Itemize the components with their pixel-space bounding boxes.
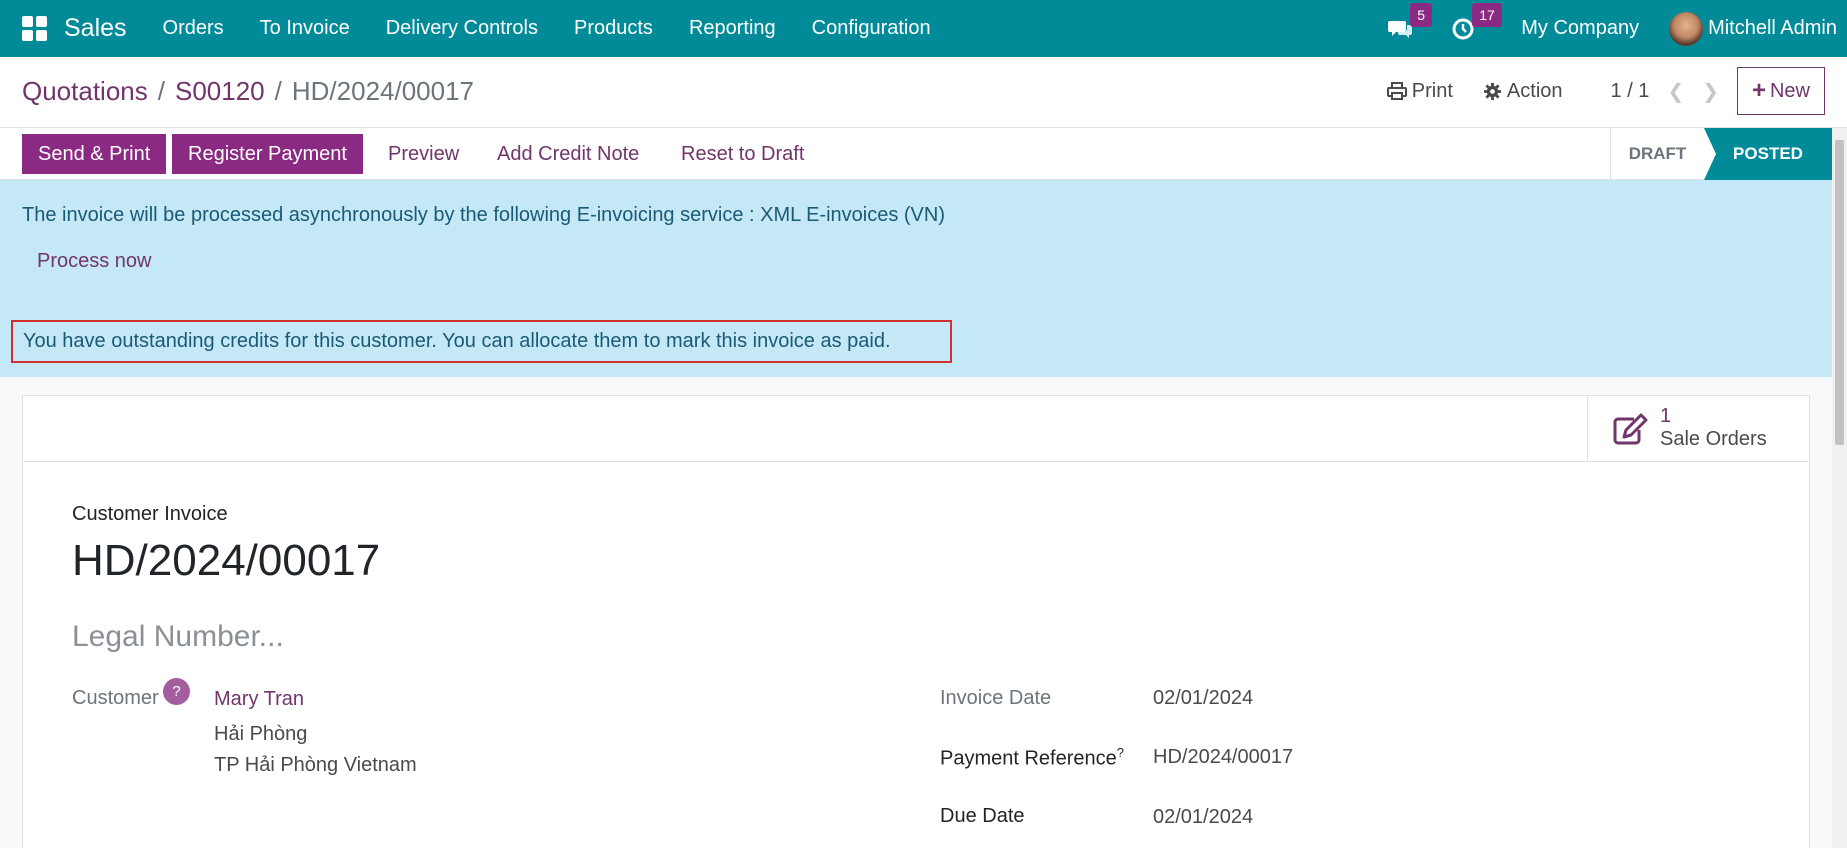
action-label: Action <box>1506 79 1563 102</box>
avatar <box>1669 11 1704 46</box>
status-bar: DRAFT POSTED <box>1610 128 1832 180</box>
breadcrumb-quotations[interactable]: Quotations <box>22 76 148 106</box>
plus-icon: + <box>1751 77 1766 104</box>
e-invoicing-message: The invoice will be processed asynchrono… <box>22 204 945 226</box>
preview-button[interactable]: Preview <box>388 134 459 174</box>
invoice-date-label: Invoice Date <box>940 687 1052 709</box>
scrollbar[interactable] <box>1832 128 1847 848</box>
process-now-button[interactable]: Process now <box>37 250 152 273</box>
customer-name[interactable]: Mary Tran <box>214 688 304 711</box>
breadcrumb-sale-order[interactable]: S00120 <box>175 76 265 106</box>
invoice-date-field[interactable]: 02/01/2024 <box>1153 687 1253 710</box>
sale-orders-label: Sale Orders <box>1660 428 1767 450</box>
send-print-button[interactable]: Send & Print <box>22 134 167 174</box>
action-button[interactable]: Action <box>1483 80 1563 103</box>
print-button[interactable]: Print <box>1386 79 1453 103</box>
control-panel: Quotations / S00120 / HD/2024/00017 Print Ac… <box>0 57 1847 128</box>
menu-configuration[interactable]: Configuration <box>812 17 931 40</box>
edit-icon <box>1613 413 1648 444</box>
breadcrumb-current: HD/2024/00017 <box>291 76 475 106</box>
menu-orders[interactable]: Orders <box>163 17 224 40</box>
status-draft[interactable]: DRAFT <box>1610 128 1704 180</box>
info-alert: The invoice will be processed asynchrono… <box>0 180 1832 377</box>
menu-products[interactable]: Products <box>574 17 653 40</box>
form-sheet: 1 Sale Orders Customer Invoice HD/2024/0… <box>22 395 1810 848</box>
payment-reference-help-icon[interactable]: ? <box>1117 745 1124 760</box>
top-navbar: Sales Orders To Invoice Delivery Control… <box>0 0 1847 57</box>
company-switcher[interactable]: My Company <box>1521 17 1639 40</box>
outstanding-credits-message: You have outstanding credits for this cu… <box>11 320 952 363</box>
next-record-icon[interactable]: ❯ <box>1702 79 1719 104</box>
sale-orders-smart-button[interactable]: 1 Sale Orders <box>1587 396 1809 461</box>
form-action-bar: Send & Print Register Payment Preview Ad… <box>0 128 1832 180</box>
breadcrumb: Quotations / S00120 / HD/2024/00017 <box>22 76 474 107</box>
printer-icon <box>1386 82 1407 100</box>
breadcrumb-separator: / <box>274 76 282 106</box>
scrollbar-thumb[interactable] <box>1835 140 1844 445</box>
sale-orders-count: 1 <box>1660 405 1672 427</box>
payment-reference-field[interactable]: HD/2024/00017 <box>1153 746 1293 769</box>
previous-record-icon[interactable]: ❮ <box>1667 79 1684 104</box>
reset-to-draft-button[interactable]: Reset to Draft <box>681 134 804 174</box>
payment-reference-label: Payment Reference? <box>940 745 1124 771</box>
breadcrumb-separator: / <box>157 76 165 106</box>
apps-grid-icon[interactable] <box>22 16 47 41</box>
smart-button-box: 1 Sale Orders <box>23 396 1809 462</box>
print-label: Print <box>1411 79 1453 102</box>
user-menu[interactable]: Mitchell Admin <box>1669 11 1837 46</box>
customer-address-line1: Hải Phòng <box>214 723 308 745</box>
app-name[interactable]: Sales <box>64 14 127 43</box>
status-posted[interactable]: POSTED <box>1704 128 1832 180</box>
add-credit-note-button[interactable]: Add Credit Note <box>497 134 639 174</box>
invoice-type: Customer Invoice <box>72 503 228 525</box>
register-payment-button[interactable]: Register Payment <box>172 134 363 174</box>
due-date-label: Due Date <box>940 805 1025 827</box>
activities-button[interactable]: 17 <box>1449 2 1502 43</box>
gear-icon <box>1483 82 1501 100</box>
activities-count-badge: 17 <box>1472 2 1502 27</box>
pager-value[interactable]: 1 / 1 <box>1611 80 1650 103</box>
customer-address-line2: TP Hải Phòng Vietnam <box>214 754 417 776</box>
messages-button[interactable]: 5 <box>1387 2 1433 43</box>
customer-label: Customer <box>72 687 159 709</box>
legal-number-input[interactable]: Legal Number... <box>72 620 284 654</box>
messages-count-badge: 5 <box>1410 2 1433 27</box>
new-button[interactable]: + New <box>1736 67 1825 115</box>
menu-reporting[interactable]: Reporting <box>689 17 776 40</box>
user-name: Mitchell Admin <box>1708 17 1837 39</box>
invoice-number: HD/2024/00017 <box>72 536 381 585</box>
menu-delivery-controls[interactable]: Delivery Controls <box>386 17 538 40</box>
customer-help-icon[interactable]: ? <box>163 678 190 705</box>
payment-reference-label-text: Payment Reference <box>940 747 1117 770</box>
menu-to-invoice[interactable]: To Invoice <box>260 17 350 40</box>
new-label: New <box>1769 79 1810 102</box>
due-date-field[interactable]: 02/01/2024 <box>1153 806 1253 829</box>
